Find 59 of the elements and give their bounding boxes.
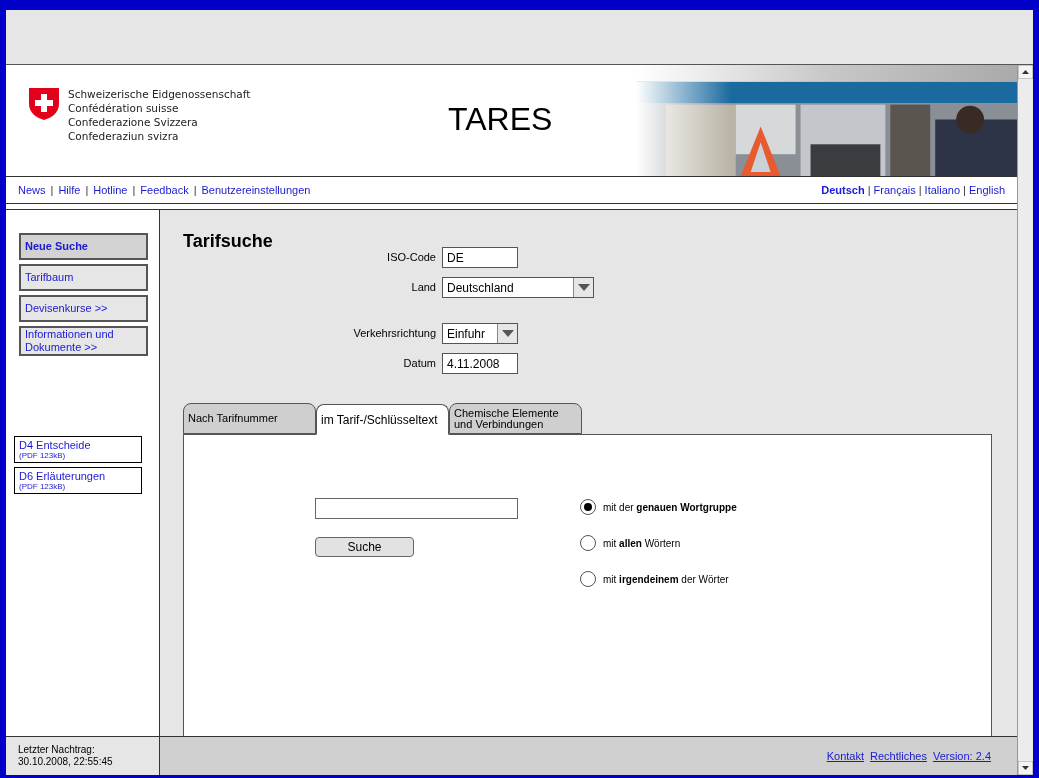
language-link[interactable]: Français [873,181,916,199]
field-label: Datum [402,356,437,372]
confederation-name: Schweizerische Eidgenossenschaft [68,87,251,101]
search-field[interactable] [315,498,518,519]
confederation-name: Confederazione Svizzera [68,115,199,129]
file-size: (PDF 123kB) [19,451,67,460]
radio-label: mit irgendeinem der Wörter [603,572,729,587]
language-link[interactable]: Deutsch [821,181,865,199]
footer-link[interactable]: Rechtliches [870,747,927,765]
separator: | [132,182,136,198]
tab[interactable]: Nach Tarifnummer [183,403,316,434]
radio-button[interactable] [580,535,596,551]
swiss-shield-icon [28,87,60,121]
nav-link[interactable]: Hotline [93,181,128,199]
separator: | [85,182,89,198]
search-button[interactable]: Suche [315,537,414,557]
confederation-name: Confédération suisse [68,101,180,115]
language-link[interactable]: Italiano [924,181,961,199]
caret-icon [501,330,514,337]
sidebar-item[interactable]: Neue Suche [19,233,148,260]
confederation-name: Confederaziun svizra [68,129,180,143]
scroll-up-icon[interactable] [1018,65,1033,79]
input-field[interactable]: DE [442,247,518,268]
nav-link[interactable]: News [18,181,46,199]
footer-link[interactable]: Kontakt [826,747,865,765]
field-label: ISO-Code [386,250,437,266]
nav-link[interactable]: Benutzereinstellungen [201,181,311,199]
tab[interactable]: Chemische Elemente und Verbindungen [449,403,582,434]
radio-button[interactable] [580,499,596,515]
dropdown[interactable]: Einfuhr [442,323,518,344]
dropdown[interactable]: Deutschland [442,277,594,298]
radio-label: mit der genauen Wortgruppe [603,500,737,515]
page-title: Tarifsuche [183,230,274,253]
radio-button[interactable] [580,571,596,587]
file-size: (PDF 123kB) [19,482,67,491]
caret-icon [577,284,590,291]
tab[interactable]: im Tarif-/Schlüsseltext [316,404,449,435]
scrollbar[interactable] [1017,65,1033,775]
nav-link[interactable]: Feedback [140,181,189,199]
field-label: Land [410,280,437,296]
separator: | [50,182,54,198]
last-update: Letzter Nachtrag: 30.10.2008, 22:55:45 [18,744,113,768]
separator: | [193,182,197,198]
footer-link[interactable]: Version: 2.4 [932,747,991,765]
sidebar-item[interactable]: Tarifbaum [19,264,148,291]
separator: | [918,182,922,198]
field-label: Verkehrsrichtung [352,326,437,342]
document-link[interactable]: D4 Entscheide (PDF 123kB) [14,436,142,463]
sidebar-item[interactable]: Informationen und Dokumente >> [19,326,148,356]
scroll-down-icon[interactable] [1018,761,1033,775]
language-link[interactable]: English [968,181,1005,199]
input-field[interactable]: 4.11.2008 [442,353,518,374]
radio-label: mit allen Wörtern [603,536,681,551]
app-title: TARES [448,103,553,135]
document-link[interactable]: D6 Erläuterungen (PDF 123kB) [14,467,142,494]
separator: | [867,182,871,198]
separator: | [963,182,966,198]
nav-link[interactable]: Hilfe [58,181,81,199]
sidebar-item[interactable]: Devisenkurse >> [19,295,148,322]
